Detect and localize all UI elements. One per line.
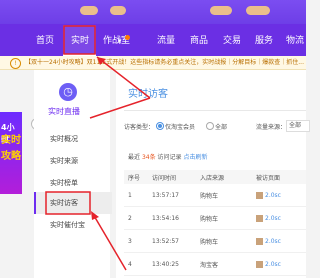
sidebar-item-visitors[interactable]: 实时访客 <box>50 198 78 208</box>
row-source: 购物车 <box>196 184 252 207</box>
nav-active-highlight <box>63 25 96 56</box>
row-no: 2 <box>124 206 148 230</box>
row-page: 2.0sc <box>252 206 306 230</box>
refresh-link[interactable]: 点击刷新 <box>183 154 207 161</box>
nav-item-service[interactable]: 服务 <box>255 35 273 47</box>
promo-line-2: 实时 <box>1 135 21 146</box>
page-title: 实时访客 <box>128 89 168 100</box>
column-header-no: 序号 <box>124 170 148 184</box>
table-row: 2 13:54:16 购物车 2.0sc <box>124 206 306 230</box>
row-page-link[interactable]: 2.0sc <box>265 261 281 268</box>
sidebar-item-ranking[interactable]: 实时榜单 <box>50 178 78 188</box>
source-label: 流量来源： <box>256 124 287 131</box>
column-header-time: 访问时间 <box>148 170 196 184</box>
clock-icon: ◷ <box>59 83 77 101</box>
row-page: 2.0sc <box>252 252 306 276</box>
nav-item-home[interactable]: 首页 <box>36 35 54 47</box>
chevron-down-icon: ▾ <box>118 37 122 45</box>
table-row: 4 13:40:25 淘宝客 2.0sc <box>124 252 306 276</box>
notice-bar[interactable]: ! 【双十一24小时攻略】双11正式开战！这些指标请务必重点关注，实时战报｜分解目… <box>0 56 306 70</box>
main-panel: 实时访客 访客类型： 仅淘宝会员 全部 流量来源： 全部 最近 34条 访问记录… <box>116 70 310 278</box>
visitor-table: 序号 访问时间 入店来源 被访页面 1 13:57:17 购物车 2.0sc 2… <box>124 170 306 276</box>
recent-suffix: 访问记录 <box>157 154 182 161</box>
row-time: 13:54:16 <box>148 206 196 230</box>
row-source: 购物车 <box>196 206 252 230</box>
recent-records: 最近 34条 访问记录 点击刷新 <box>128 152 207 161</box>
product-thumbnail[interactable] <box>256 260 263 268</box>
banner-decoration <box>110 6 126 15</box>
source-select[interactable]: 全部 <box>286 120 310 132</box>
recent-prefix: 最近 <box>128 154 141 161</box>
product-thumbnail[interactable] <box>256 214 263 222</box>
top-banner <box>0 0 306 24</box>
table-row: 1 13:57:17 购物车 2.0sc <box>124 184 306 207</box>
radio-all-label[interactable]: 全部 <box>215 122 227 131</box>
banner-decoration <box>246 6 270 15</box>
row-page: 2.0sc <box>252 184 306 207</box>
visitor-type-label: 访客类型： <box>124 124 155 131</box>
radio-all[interactable] <box>206 122 214 130</box>
radio-member-only[interactable] <box>156 122 164 130</box>
floating-promo-banner[interactable]: 4小时 实时 攻略 <box>0 112 22 194</box>
nav-item-products[interactable]: 商品 <box>190 35 208 47</box>
banner-decoration <box>80 6 98 15</box>
sidebar-item-source[interactable]: 实时来源 <box>50 156 78 166</box>
row-page-link[interactable]: 2.0sc <box>265 215 281 222</box>
sidebar-header: 实时直播 <box>48 107 80 116</box>
nav-item-logistics[interactable]: 物流 <box>286 35 304 47</box>
notice-text: 【双十一24小时攻略】双11正式开战！这些指标请务必重点关注，实时战报｜分解目标… <box>25 59 304 66</box>
row-source: 淘宝客 <box>196 252 252 276</box>
nav-item-traffic[interactable]: 流量 <box>157 35 175 47</box>
product-thumbnail[interactable] <box>256 191 263 199</box>
row-page: 2.0sc <box>252 229 306 253</box>
table-header: 序号 访问时间 入店来源 被访页面 <box>124 170 306 184</box>
table-row: 3 13:52:57 购物车 2.0sc <box>124 229 306 253</box>
divider <box>124 110 306 111</box>
sidebar-item-payment-reminder[interactable]: 实时催付宝 <box>50 220 85 230</box>
row-no: 1 <box>124 184 148 207</box>
info-icon: ! <box>10 58 21 69</box>
row-page-link[interactable]: 2.0sc <box>265 192 281 199</box>
main-nav: 首页 实时 作战室 流量 商品 交易 服务 物流 <box>0 24 306 56</box>
new-badge-dot <box>125 35 130 40</box>
row-time: 13:52:57 <box>148 229 196 253</box>
row-no: 4 <box>124 252 148 276</box>
sidebar-item-overview[interactable]: 实时概况 <box>50 134 78 144</box>
recent-count: 34条 <box>141 154 156 161</box>
banner-decoration <box>210 6 232 15</box>
row-no: 3 <box>124 229 148 253</box>
promo-line-3: 攻略 <box>1 151 21 162</box>
row-page-link[interactable]: 2.0sc <box>265 238 281 245</box>
row-source: 购物车 <box>196 229 252 253</box>
nav-item-trade[interactable]: 交易 <box>223 35 241 47</box>
sidebar: ◷ 实时直播 实时概况 实时来源 实时榜单 实时访客 实时催付宝 <box>34 70 112 278</box>
column-header-source: 入店来源 <box>196 170 252 184</box>
column-header-page: 被访页面 <box>252 170 306 184</box>
row-time: 13:40:25 <box>148 252 196 276</box>
product-thumbnail[interactable] <box>256 237 263 245</box>
row-time: 13:57:17 <box>148 184 196 207</box>
radio-member-only-label[interactable]: 仅淘宝会员 <box>165 122 195 131</box>
